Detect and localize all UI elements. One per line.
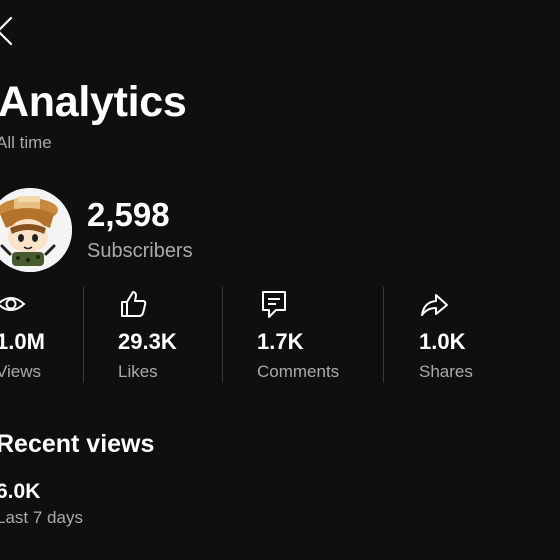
- recent-views-title: Recent views: [0, 430, 155, 458]
- stats-row: 1.0M Views 29.3K Likes 1.7K Comments 1.0…: [0, 285, 560, 385]
- comment-icon: [262, 291, 286, 318]
- eye-icon: [0, 297, 26, 311]
- stat-shares-label: Shares: [419, 362, 473, 381]
- date-range-label: All time: [0, 133, 52, 152]
- recent-views-value: 6.0K: [0, 480, 41, 503]
- stat-likes[interactable]: 29.3K Likes: [118, 285, 213, 385]
- stat-views-label: Views: [0, 362, 42, 381]
- page-title: Analytics: [0, 78, 187, 126]
- analytics-screen: Analytics All time 2,598 Subscribers 1.0…: [0, 0, 560, 560]
- stat-comments[interactable]: 1.7K Comments: [257, 285, 372, 385]
- stat-divider: [83, 287, 84, 383]
- channel-avatar[interactable]: [0, 188, 72, 272]
- stat-divider: [222, 287, 223, 383]
- subscriber-count: 2,598: [87, 196, 170, 233]
- share-icon: [421, 294, 448, 316]
- stat-shares[interactable]: 1.0K Shares: [419, 285, 519, 385]
- stat-likes-value: 29.3K: [118, 329, 177, 354]
- stat-divider: [383, 287, 384, 383]
- stat-comments-label: Comments: [257, 362, 340, 381]
- stat-views-value: 1.0M: [0, 329, 45, 354]
- stat-likes-label: Likes: [118, 362, 158, 381]
- avatar-image: [0, 188, 72, 272]
- chevron-left-icon: [0, 16, 13, 46]
- stat-comments-value: 1.7K: [257, 329, 304, 354]
- recent-views-period: Last 7 days: [0, 508, 83, 527]
- subscriber-label: Subscribers: [87, 240, 193, 262]
- stat-views[interactable]: 1.0M Views: [0, 285, 76, 385]
- back-button[interactable]: [0, 14, 16, 48]
- stat-shares-value: 1.0K: [419, 329, 466, 354]
- thumbs-up-icon: [121, 291, 147, 317]
